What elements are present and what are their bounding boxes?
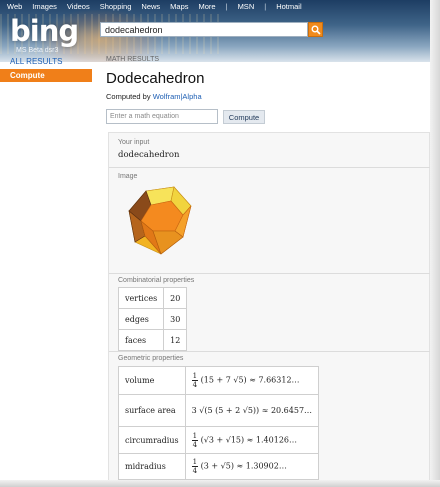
computed-by-line: Computed by Wolfram|Alpha [106, 92, 202, 101]
results-panel: Your input dodecahedron Image Combinator… [108, 132, 431, 487]
nav-web[interactable]: Web [7, 2, 22, 11]
wolfram-alpha-link[interactable]: Wolfram|Alpha [153, 92, 202, 101]
nav-maps[interactable]: Maps [170, 2, 188, 11]
nav-divider: | [225, 1, 228, 11]
nav-images[interactable]: Images [32, 2, 57, 11]
property-value: 14 (√3 + √15) ≈ 1.40126… [184, 426, 320, 454]
property-value: 12 [163, 329, 188, 351]
nav-shopping[interactable]: Shopping [100, 2, 132, 11]
table-row: vertices 20 [117, 287, 188, 309]
window-edge-right [430, 0, 440, 487]
table-row: circumradius 14 (√3 + √15) ≈ 1.40126… [118, 426, 320, 454]
input-section: Your input dodecahedron [109, 133, 431, 168]
compute-button[interactable]: Compute [223, 110, 265, 124]
beta-label: MS Beta dsr3 [16, 47, 59, 54]
fraction: 14 [191, 431, 199, 449]
math-equation-input[interactable]: Enter a math equation [106, 109, 218, 124]
table-row: edges 30 [117, 308, 188, 330]
fraction: 14 [191, 372, 199, 389]
combinatorial-section: Combinatorial properties vertices 20 edg… [109, 274, 431, 352]
geometric-section-label: Geometric properties [118, 355, 184, 362]
property-name: circumradius [118, 426, 186, 454]
search-button[interactable] [308, 22, 323, 37]
property-name: faces [117, 329, 165, 351]
top-navigation: Web Images Videos Shopping News Maps Mor… [0, 0, 440, 12]
combinatorial-section-label: Combinatorial properties [118, 277, 195, 284]
bing-logo[interactable]: bing [10, 14, 79, 48]
dodecahedron-image [128, 186, 192, 255]
property-name: edges [117, 308, 165, 330]
property-value: 14 (15 + 7 √5) ≈ 7.66312… [184, 366, 320, 395]
geometric-table: volume 14 (15 + 7 √5) ≈ 7.66312… surface… [118, 366, 320, 480]
nav-hotmail[interactable]: Hotmail [276, 2, 301, 11]
property-name: vertices [117, 287, 165, 309]
fraction: 14 [191, 458, 199, 475]
nav-more[interactable]: More [199, 2, 216, 11]
search-input[interactable]: dodecahedron [100, 22, 308, 37]
property-name: volume [118, 366, 186, 395]
formula: (3 + √5) ≈ 1.30902… [200, 461, 287, 471]
window-edge-bottom [0, 480, 440, 487]
table-row: midradius 14 (3 + √5) ≈ 1.30902… [118, 453, 320, 480]
property-value: 14 (3 + √5) ≈ 1.30902… [184, 453, 320, 480]
input-value: dodecahedron [118, 150, 180, 160]
table-row: faces 12 [117, 329, 188, 351]
combinatorial-table: vertices 20 edges 30 faces 12 [117, 287, 188, 351]
formula: (15 + 7 √5) ≈ 7.66312… [200, 375, 300, 385]
sidebar: ALL RESULTS Compute [0, 55, 92, 487]
computed-by-prefix: Computed by [106, 92, 151, 101]
nav-news[interactable]: News [141, 2, 160, 11]
nav-msn[interactable]: MSN [238, 2, 255, 11]
nav-divider: | [264, 1, 267, 11]
image-section-label: Image [118, 173, 138, 180]
header-bar: Web Images Videos Shopping News Maps Mor… [0, 0, 440, 62]
property-value: 30 [163, 308, 188, 330]
breadcrumb: MATH RESULTS [106, 56, 160, 63]
formula: 3 √(5 (5 + 2 √5)) ≈ 20.6457… [191, 406, 313, 415]
search-icon [311, 25, 321, 35]
sidebar-item-all-results[interactable]: ALL RESULTS [10, 57, 62, 66]
property-name: surface area [118, 394, 186, 427]
property-value: 3 √(5 (5 + 2 √5)) ≈ 20.6457… [184, 394, 320, 427]
geometric-section: Geometric properties volume 14 (15 + 7 √… [109, 352, 431, 487]
sidebar-item-compute[interactable]: Compute [0, 69, 92, 82]
nav-videos[interactable]: Videos [67, 2, 90, 11]
image-section: Image [109, 168, 431, 274]
property-value: 20 [163, 287, 188, 309]
input-section-label: Your input [118, 139, 150, 146]
formula: (√3 + √15) ≈ 1.40126… [200, 435, 298, 444]
property-name: midradius [118, 453, 186, 480]
table-row: surface area 3 √(5 (5 + 2 √5)) ≈ 20.6457… [118, 394, 320, 427]
table-row: volume 14 (15 + 7 √5) ≈ 7.66312… [118, 366, 320, 395]
page-title: Dodecahedron [106, 70, 205, 87]
